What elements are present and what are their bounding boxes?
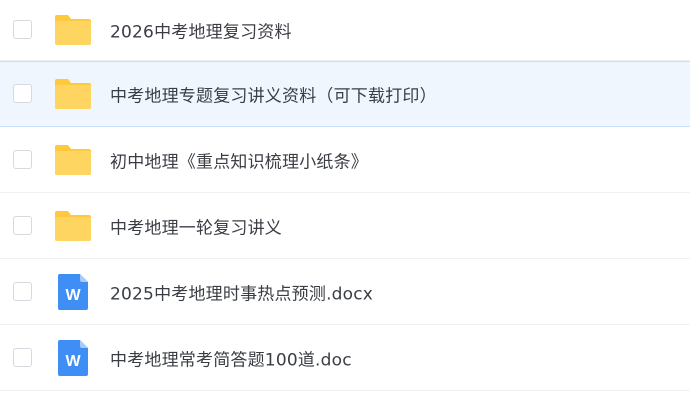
file-name[interactable]: 中考地理一轮复习讲义	[110, 213, 282, 238]
folder-icon	[53, 74, 93, 114]
row-checkbox[interactable]	[13, 84, 32, 103]
file-name[interactable]: 2026中考地理复习资料	[110, 18, 292, 43]
file-row[interactable]: W 中考地理常考简答题100道.doc	[0, 325, 690, 391]
word-icon-letter: W	[65, 353, 81, 370]
file-name[interactable]: 中考地理常考简答题100道.doc	[110, 345, 352, 370]
file-row[interactable]: 初中地理《重点知识梳理小纸条》	[0, 127, 690, 193]
file-row[interactable]: 中考地理专题复习讲义资料（可下载打印）	[0, 61, 690, 127]
file-list: 2026中考地理复习资料 中考地理专题复习讲义资料（可下载打印） 初中地理《重点…	[0, 0, 690, 415]
row-checkbox[interactable]	[13, 149, 32, 169]
file-name[interactable]: 初中地理《重点知识梳理小纸条》	[110, 147, 368, 172]
folder-icon	[53, 10, 93, 50]
word-document-icon: W	[53, 272, 93, 312]
file-name[interactable]: 中考地理专题复习讲义资料（可下载打印）	[110, 82, 437, 107]
folder-icon	[53, 140, 93, 180]
row-checkbox[interactable]	[13, 281, 32, 301]
file-row[interactable]: 中考地理一轮复习讲义	[0, 193, 690, 259]
folder-icon	[53, 206, 93, 246]
row-checkbox[interactable]	[13, 20, 32, 39]
file-name[interactable]: 2025中考地理时事热点预测.docx	[110, 279, 373, 304]
word-document-icon: W	[53, 338, 93, 378]
file-row[interactable]: W 2025中考地理时事热点预测.docx	[0, 259, 690, 325]
row-checkbox[interactable]	[13, 215, 32, 235]
word-icon-letter: W	[65, 287, 81, 304]
row-checkbox[interactable]	[13, 347, 32, 367]
file-row[interactable]: 2026中考地理复习资料	[0, 0, 690, 61]
